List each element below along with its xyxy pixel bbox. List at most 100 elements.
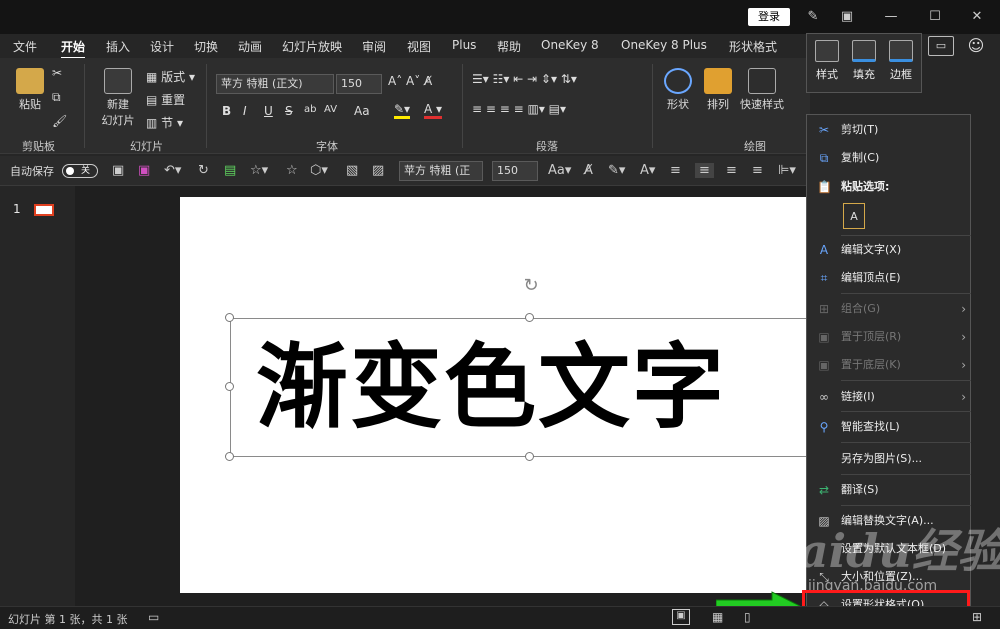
menu-edit-text[interactable]: A 编辑文字(X) [807,238,972,262]
font-size-combo[interactable]: 150 [336,74,382,94]
pen-icon[interactable]: ✎ [802,6,824,28]
maximize-icon[interactable]: ☐ [924,6,946,28]
highlight-qat-icon[interactable]: ✎▾ [608,163,625,178]
notes-check-icon[interactable]: ▭ [148,610,159,624]
minibar-outline-button[interactable]: 边框 [883,40,919,82]
minibar-fill-button[interactable]: 填充 [846,40,882,82]
reset-button[interactable]: ▤ 重置 [146,91,185,108]
menu-group[interactable]: ⊞ 组合(G) › [807,297,972,321]
picture-icon[interactable]: ▧ [346,163,358,178]
tab-home[interactable]: 开始 [61,38,86,59]
arrange-button[interactable]: 排列 [702,68,734,112]
bullets-icon[interactable]: ☰▾ ☷▾ ⇤ ⇥ ⇕▾ ⇅▾ [472,72,577,86]
strikethrough-button[interactable]: S [285,104,293,118]
comments-icon[interactable]: ▭ [928,36,954,56]
reading-view-icon[interactable]: ▯ [744,610,751,624]
font-family-combo[interactable]: 苹方 特粗 (正文) [216,74,334,94]
new-slide-button[interactable]: 新建 幻灯片 [96,68,140,128]
quick-styles-button[interactable]: 快速样式 [738,68,786,112]
menu-cut[interactable]: ✂ 剪切(T) [807,118,972,142]
menu-save-as-picture-label: 另存为图片(S)... [841,452,923,465]
font-color-qat-icon[interactable]: A▾ [640,163,655,178]
tab-transitions[interactable]: 切换 [194,38,218,55]
highlight-icon[interactable]: ✎▾ [394,102,411,119]
tab-view[interactable]: 视图 [407,38,431,55]
chevron-right-icon: › [961,390,966,404]
undo-icon[interactable]: ↶▾ [164,163,181,178]
align-center-icon[interactable]: ≡ [695,163,714,178]
tab-shape-format[interactable]: 形状格式 [729,38,777,55]
tab-design[interactable]: 设计 [150,38,174,55]
save-icon[interactable]: ▣ [112,163,124,178]
redo-icon[interactable]: ↻ [198,163,209,178]
copy-icon[interactable]: ⧉ [52,90,61,105]
slide-thumbnail[interactable] [34,204,54,216]
italic-button[interactable]: I [243,104,247,118]
resize-handle[interactable] [225,452,234,461]
normal-view-icon[interactable]: ▣ [672,609,690,625]
menu-translate[interactable]: ⇄ 翻译(S) [807,478,972,502]
align-left-icon[interactable]: ≡ [670,163,681,178]
ribbon-display-icon[interactable]: ▣ [836,6,858,28]
shadow-button[interactable]: ab [304,104,316,115]
login-button[interactable]: 登录 [748,8,790,26]
tab-onekey8plus[interactable]: OneKey 8 Plus [621,38,707,52]
rotate-handle-icon[interactable]: ↻ [521,276,541,296]
char-spacing-button[interactable]: AV [324,104,337,115]
autosave-label: 自动保存 [10,165,54,178]
sorter-view-icon[interactable]: ▦ [712,610,723,624]
resize-handle[interactable] [225,313,234,322]
qat-font-size-combo[interactable]: 150 [492,161,538,181]
tab-insert[interactable]: 插入 [106,38,130,55]
tab-slideshow[interactable]: 幻灯片放映 [282,38,342,55]
paste-button[interactable]: 粘贴 [14,68,46,112]
slide-icon[interactable]: ▤ [224,163,236,178]
textbox-icon[interactable]: ▨ [372,163,384,178]
layout-button[interactable]: ▦ 版式 ▾ [146,68,195,85]
save-as-icon[interactable]: ▣ [138,163,150,178]
menu-edit-points[interactable]: ⌗ 编辑顶点(E) [807,266,972,290]
more-icon[interactable]: ⊫▾ [778,163,796,178]
tab-help[interactable]: 帮助 [497,38,521,55]
format-painter-icon[interactable]: 🖌 [52,114,67,128]
menu-copy[interactable]: ⧉ 复制(C) [807,146,972,170]
tab-onekey8[interactable]: OneKey 8 [541,38,599,52]
star-outline-icon[interactable]: ☆ [286,163,298,178]
star-icon[interactable]: ☆▾ [250,163,268,178]
tab-animations[interactable]: 动画 [238,38,262,55]
tab-plus[interactable]: Plus [452,38,476,52]
menu-save-as-picture[interactable]: 另存为图片(S)... [807,447,972,471]
change-case-icon[interactable]: Aa▾ [548,163,571,178]
tab-review[interactable]: 审阅 [362,38,386,55]
align-icons[interactable]: ≡ ≡ ≡ ≡ ▥▾ ▤▾ [472,102,566,116]
shapes-button[interactable]: 形状 [662,68,694,112]
fit-slide-icon[interactable]: ⊞ [972,610,982,624]
minibar-style-button[interactable]: 样式 [809,40,845,82]
minimize-icon[interactable]: — [880,6,902,28]
tab-file[interactable]: 文件 [13,38,37,55]
menu-paste-options: 📋 粘贴选项: [807,175,972,199]
feedback-smiley-icon[interactable]: ☺ [966,36,986,56]
shapes-qat-icon[interactable]: ⬡▾ [310,163,328,178]
autosave-toggle[interactable]: 关 [62,164,98,178]
resize-handle[interactable] [225,382,234,391]
paste-keep-text-icon[interactable]: A [843,203,865,229]
clear-format-icon[interactable]: A̸ [584,163,593,178]
menu-link[interactable]: ∞ 链接(I) › [807,385,972,409]
slide-title-text[interactable]: 渐变色文字 [256,318,726,457]
change-case-button[interactable]: Aa [354,104,370,118]
qat-font-family-combo[interactable]: 苹方 特粗 (正 [399,161,483,181]
underline-button[interactable]: U [264,104,273,118]
menu-smart-lookup[interactable]: ⚲ 智能查找(L) [807,415,972,439]
menu-bring-front[interactable]: ▣ 置于顶层(R) › [807,325,972,349]
font-grow-icon[interactable]: A˄ A˅ A̸ [388,74,432,88]
cut-icon[interactable]: ✂ [52,66,62,80]
align-right-icon[interactable]: ≡ [726,163,737,178]
shapes-icon [664,68,692,94]
section-button[interactable]: ▥ 节 ▾ [146,114,183,131]
menu-send-back[interactable]: ▣ 置于底层(K) › [807,353,972,377]
close-icon[interactable]: ✕ [966,6,988,28]
bold-button[interactable]: B [222,104,231,118]
justify-icon[interactable]: ≡ [752,163,763,178]
font-color-icon[interactable]: A ▾ [424,102,443,119]
